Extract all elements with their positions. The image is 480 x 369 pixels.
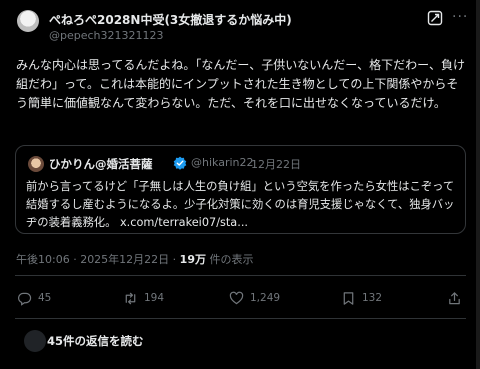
quoted-separator: ·	[242, 156, 246, 169]
more-icon[interactable]: ···	[452, 9, 468, 25]
author-handle[interactable]: @pepech321321123	[49, 29, 164, 42]
scrollbar[interactable]	[476, 0, 480, 369]
post-timestamp[interactable]: 午後10:06 · 2025年12月22日 ·	[16, 253, 180, 266]
share-button[interactable]	[447, 290, 462, 306]
reply-icon	[18, 292, 32, 306]
quoted-author-name[interactable]: ひかりん@婚活菩薩	[49, 156, 153, 172]
bookmark-button[interactable]: 132	[341, 290, 382, 306]
post-meta: 午後10:06 · 2025年12月22日 · 19万 件の表示	[16, 251, 253, 267]
quoted-date[interactable]: 12月22日	[251, 156, 301, 172]
author-display-name[interactable]: ぺねろぺ2028N中受(3女撤退するか悩み中)	[49, 11, 292, 28]
like-button[interactable]: 1,249	[229, 290, 280, 306]
repost-count: 194	[144, 292, 165, 304]
grok-icon[interactable]	[427, 10, 443, 26]
view-suffix: 件の表示	[205, 253, 254, 266]
view-count: 19万	[179, 253, 206, 266]
bookmark-icon	[343, 291, 354, 305]
repost-button[interactable]: 194	[123, 290, 164, 306]
read-replies-label: 45件の返信を読む	[47, 334, 144, 348]
read-replies-button[interactable]: 45件の返信を読む	[15, 330, 466, 354]
verified-badge-icon	[173, 156, 187, 170]
quoted-author-avatar[interactable]	[28, 156, 44, 172]
post-text: みんな内心は思ってるんだよね。「なんだー、子供いないんだー、格下だわー、負け組だ…	[16, 58, 466, 110]
divider-bottom	[15, 318, 466, 319]
like-count: 1,249	[250, 292, 281, 304]
quoted-link[interactable]: x.com/terrakei07/sta...	[120, 216, 248, 229]
reply-button[interactable]: 45	[17, 290, 51, 306]
replies-avatar-icon	[24, 330, 46, 352]
divider-top	[15, 275, 466, 276]
quoted-text: 前から言ってるけど「子無しは人生の負け組」という空気を作ったら女性はこぞって結婚…	[26, 178, 458, 232]
quoted-post[interactable]: ひかりん@婚活菩薩 @hikarin22 · 12月22日 前から言ってるけど「…	[15, 145, 466, 234]
share-icon	[449, 291, 460, 304]
like-icon	[229, 291, 244, 304]
post-detail: ぺねろぺ2028N中受(3女撤退するか悩み中) @pepech321321123…	[0, 0, 480, 369]
bookmark-count: 132	[362, 292, 383, 304]
repost-icon	[125, 292, 136, 304]
reply-count: 45	[38, 292, 52, 304]
author-avatar[interactable]	[17, 10, 39, 32]
